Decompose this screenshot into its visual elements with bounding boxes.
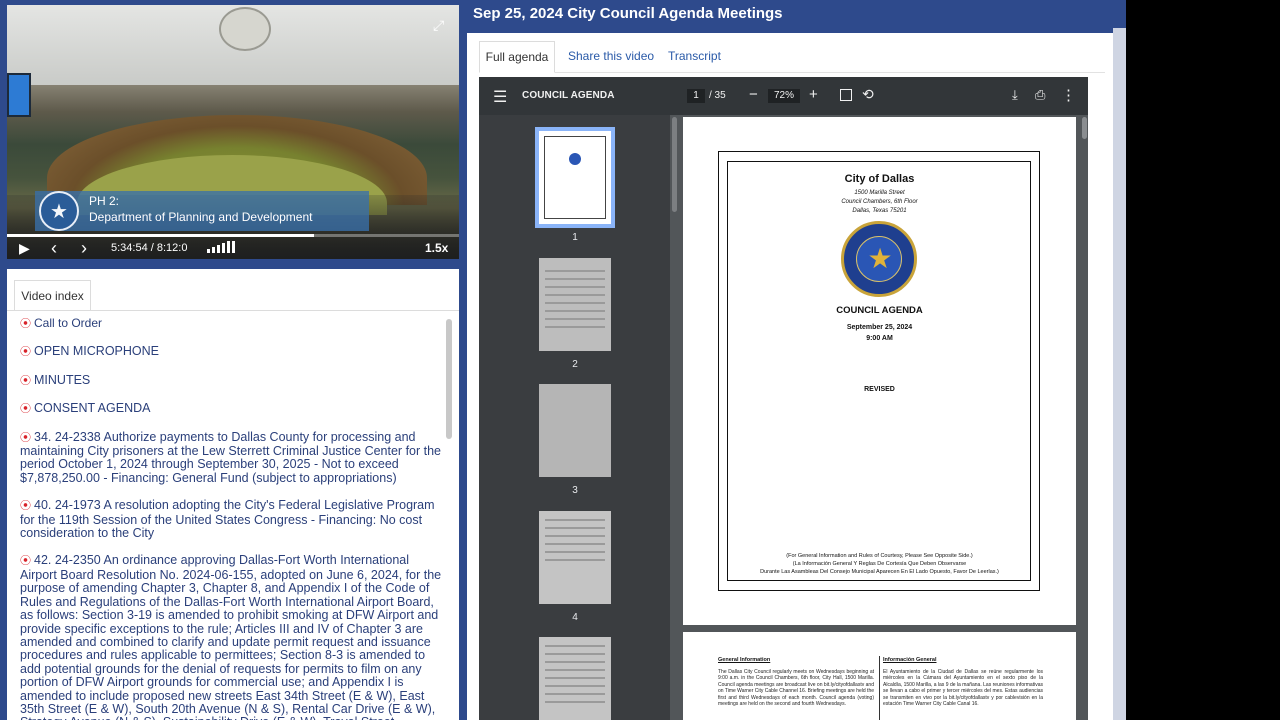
page-title: Sep 25, 2024 City Council Agenda Meeting… <box>473 5 783 22</box>
video-index-item[interactable]: ⦿ 42. 24-2350 An ordinance approving Dall… <box>20 554 444 720</box>
rotate-icon[interactable]: ⟲ <box>862 86 874 103</box>
play-icon[interactable]: ▶ <box>19 237 30 259</box>
thumbnail-page-5[interactable] <box>539 637 611 720</box>
content-tabs: Full agenda Share this video Transcript <box>479 41 1105 73</box>
cover-address-1: 1500 Marilla Street <box>854 190 905 196</box>
pdf-page-2: General Information Información General … <box>683 632 1076 720</box>
informacion-general-heading: Información General <box>883 657 937 663</box>
tab-video-index[interactable]: Video index <box>14 280 91 310</box>
previous-icon[interactable]: ‹ <box>51 237 57 259</box>
page-edge <box>1113 28 1126 720</box>
thumbnail-scrollbar[interactable] <box>672 117 677 212</box>
play-marker-icon[interactable]: ⦿ <box>20 403 31 415</box>
general-info-heading: General Information <box>718 657 771 663</box>
thumbnail-number: 2 <box>572 359 578 370</box>
tab-divider <box>7 310 459 311</box>
video-index-item-text[interactable]: 42. 24-2350 An ordinance approving Dalla… <box>20 553 441 720</box>
download-icon[interactable]: ⤓ <box>1012 87 1018 103</box>
video-index-item-text[interactable]: 40. 24-1973 A resolution adopting the Ci… <box>20 498 435 540</box>
play-marker-icon[interactable]: ⦿ <box>20 432 31 444</box>
tab-transcript[interactable]: Transcript <box>668 41 721 73</box>
index-scrollbar[interactable] <box>446 319 452 439</box>
thumbnail-page-1[interactable] <box>535 127 615 228</box>
playback-speed[interactable]: 1.5x <box>425 237 448 259</box>
fit-page-icon[interactable] <box>840 89 852 101</box>
cover-time: 9:00 AM <box>866 335 893 342</box>
thumbnail-number: 1 <box>572 232 578 243</box>
video-index-item-text[interactable]: OPEN MICROPHONE <box>34 344 159 358</box>
play-marker-icon[interactable]: ⦿ <box>20 318 31 330</box>
cover-heading: COUNCIL AGENDA <box>836 305 923 316</box>
print-icon[interactable]: ⎙ <box>1035 87 1045 103</box>
video-index-item-text[interactable]: MINUTES <box>34 373 90 387</box>
black-margin <box>1126 0 1280 720</box>
video-index-list: ⦿ Call to Order ⦿ OPEN MICROPHONE ⦿ MINUTES ⦿ C… <box>20 317 444 720</box>
cover-note-2: (La Información General Y Reglas De Cort… <box>792 561 967 567</box>
cover-revised: REVISED <box>864 386 895 393</box>
column-divider <box>879 656 880 720</box>
video-index-item[interactable]: ⦿ CONSENT AGENDA <box>20 402 444 416</box>
next-icon[interactable]: › <box>81 237 87 259</box>
video-controls: ▶ ‹ › 5:34:54 / 8:12:0 1.5x <box>7 237 459 259</box>
volume-icon[interactable] <box>207 241 243 253</box>
video-time: 5:34:54 / 8:12:0 <box>111 242 188 254</box>
zoom-level[interactable]: 72% <box>768 89 800 103</box>
page-total: / 35 <box>709 90 726 101</box>
informacion-general-text: El Ayuntamiento de la Ciudad de Dallas s… <box>883 669 1043 708</box>
cover-note-3: Durante Las Asambleas Del Consejo Munici… <box>760 569 999 575</box>
video-index-item[interactable]: ⦿ 34. 24-2338 Authorize payments to Dalla… <box>20 430 444 486</box>
video-index-item-text[interactable]: CONSENT AGENDA <box>34 401 150 415</box>
pdf-viewer: ☰ COUNCIL AGENDA 1 / 35 − 72% + ⟲ ⤓ ⎙ ⋮ … <box>479 77 1088 720</box>
video-player[interactable]: ⤢ ★ PH 2: Department of Planning and Dev… <box>7 5 459 259</box>
pdf-title: COUNCIL AGENDA <box>522 90 615 101</box>
play-marker-icon[interactable]: ⦿ <box>20 555 31 567</box>
video-index-item-text[interactable]: 34. 24-2338 Authorize payments to Dallas… <box>20 430 441 485</box>
city-seal-icon: ★ <box>39 191 79 231</box>
city-seal-icon: ★ <box>841 221 917 297</box>
play-marker-icon[interactable]: ⦿ <box>20 500 31 512</box>
chamber-seal <box>219 7 271 51</box>
thumbnail-sidebar: 1 2 3 4 <box>479 115 670 720</box>
thumbnail-page-4[interactable] <box>539 511 611 604</box>
menu-icon[interactable]: ☰ <box>493 87 507 107</box>
lower-third-line1: PH 2: <box>89 194 120 208</box>
video-index-item[interactable]: ⦿ OPEN MICROPHONE <box>20 345 444 359</box>
page-number-input[interactable]: 1 <box>687 89 705 103</box>
zoom-in-icon[interactable]: + <box>809 86 818 103</box>
pdf-toolbar: ☰ COUNCIL AGENDA 1 / 35 − 72% + ⟲ ⤓ ⎙ ⋮ <box>479 77 1088 115</box>
cover-address-3: Dallas, Texas 75201 <box>852 208 907 214</box>
cover-city: City of Dallas <box>844 173 915 185</box>
document-scrollbar[interactable] <box>1082 117 1087 139</box>
zoom-out-icon[interactable]: − <box>749 86 758 103</box>
chamber-monitor <box>7 73 31 117</box>
tab-share-video[interactable]: Share this video <box>568 41 654 73</box>
video-index-panel: Video index ⦿ Call to Order ⦿ OPEN MICROPHO… <box>7 269 459 720</box>
expand-icon[interactable]: ⤢ <box>433 17 444 34</box>
play-marker-icon[interactable]: ⦿ <box>20 375 31 387</box>
lower-third-line2: Department of Planning and Development <box>89 210 313 224</box>
video-index-item-text[interactable]: Call to Order <box>34 317 102 330</box>
thumbnail-number: 4 <box>572 612 578 623</box>
video-index-item[interactable]: ⦿ MINUTES <box>20 373 444 388</box>
pdf-page-1: City of Dallas 1500 Marilla Street Counc… <box>683 117 1076 625</box>
more-options-icon[interactable]: ⋮ <box>1061 86 1076 104</box>
cover-date: September 25, 2024 <box>846 324 913 331</box>
general-info-text: The Dallas City Council regularly meets … <box>718 669 875 708</box>
app-root: ⤢ ★ PH 2: Department of Planning and Dev… <box>0 0 1126 720</box>
lower-third: ★ PH 2: Department of Planning and Devel… <box>35 191 369 231</box>
thumbnail-page-3[interactable] <box>539 384 611 477</box>
video-index-item[interactable]: ⦿ Call to Order <box>20 317 444 331</box>
cover-address-2: Council Chambers, 6th Floor <box>841 199 918 205</box>
thumbnail-number: 3 <box>572 485 578 496</box>
video-index-item[interactable]: ⦿ 40. 24-1973 A resolution adopting the C… <box>20 499 444 540</box>
thumbnail-page-2[interactable] <box>539 258 611 351</box>
play-marker-icon[interactable]: ⦿ <box>20 346 31 358</box>
cover-note-1: (For General Information and Rules of Co… <box>786 553 973 559</box>
tab-full-agenda[interactable]: Full agenda <box>479 41 555 73</box>
